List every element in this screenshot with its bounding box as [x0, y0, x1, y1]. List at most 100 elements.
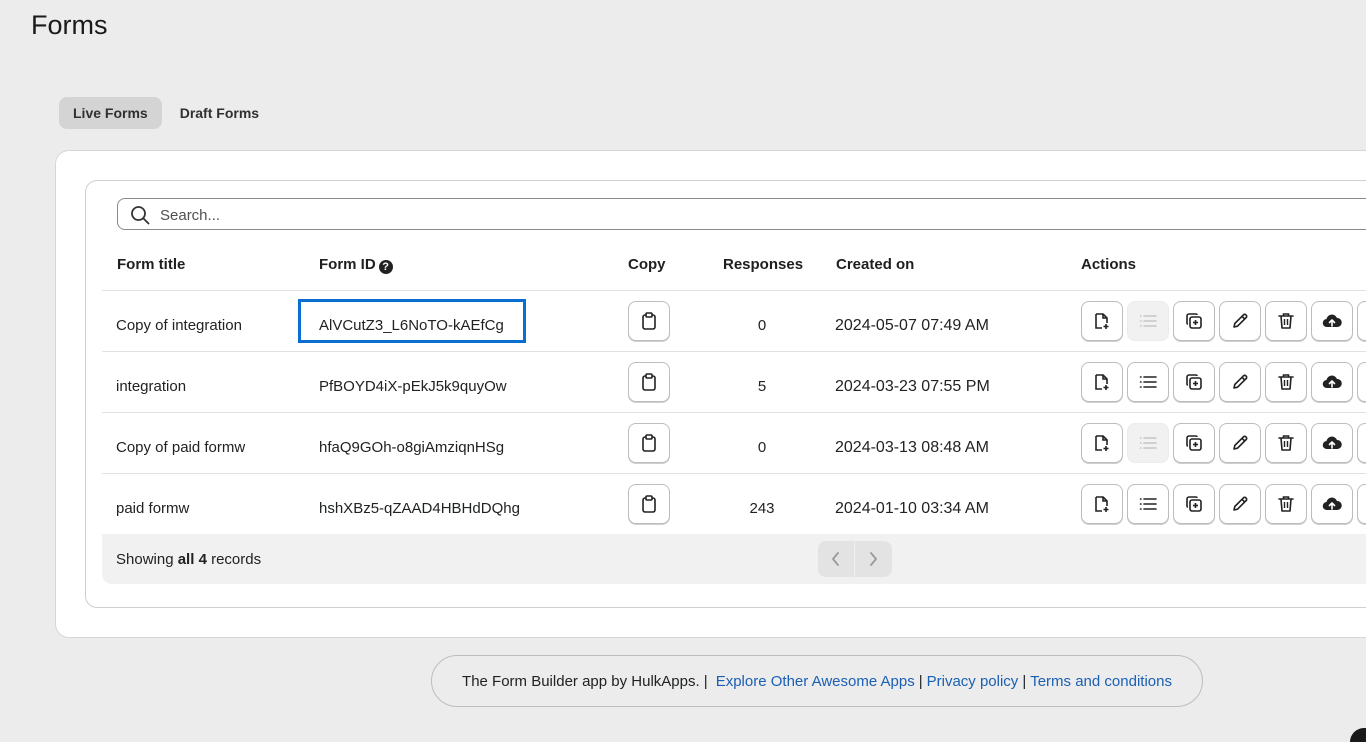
view-responses-button [1127, 301, 1169, 341]
view-responses-button[interactable] [1127, 484, 1169, 524]
view-responses-button [1127, 423, 1169, 463]
cloud-upload-icon [1322, 496, 1342, 512]
duplicate-icon [1185, 373, 1203, 391]
privacy-policy-link[interactable]: Privacy policy [927, 673, 1019, 690]
clipboard-icon [641, 373, 657, 391]
header-form-title: Form title [117, 256, 186, 273]
app-footer: The Form Builder app by HulkApps. | Expl… [431, 655, 1203, 707]
pager [818, 541, 892, 577]
form-tabs: Live Forms Draft Forms [59, 97, 273, 129]
header-form-id-label: Form ID [319, 256, 376, 273]
next-page-button[interactable] [854, 541, 891, 577]
form-id-cell: AlVCutZ3_L6NoTO-kAEfCg [319, 317, 504, 334]
analytics-button[interactable] [1357, 362, 1366, 402]
analytics-button[interactable] [1357, 423, 1366, 463]
previous-page-button[interactable] [818, 541, 854, 577]
new-submission-button[interactable] [1081, 301, 1123, 341]
page-title: Forms [31, 10, 108, 40]
edit-form-button[interactable] [1219, 484, 1261, 524]
file-plus-icon [1093, 312, 1111, 330]
search-field[interactable] [117, 198, 1366, 230]
trash-icon [1278, 312, 1294, 330]
pencil-icon [1231, 434, 1249, 452]
forms-table-body: Copy of integration AlVCutZ3_L6NoTO-kAEfC… [102, 290, 1366, 535]
pencil-icon [1231, 373, 1249, 391]
header-copy: Copy [628, 256, 666, 273]
file-plus-icon [1093, 495, 1111, 513]
form-title-cell: Copy of integration [116, 317, 242, 334]
list-icon [1139, 496, 1157, 512]
help-icon[interactable]: ? [378, 260, 393, 274]
responses-cell: 5 [757, 378, 767, 395]
tab-live-forms[interactable]: Live Forms [59, 97, 162, 129]
explore-apps-link[interactable]: Explore Other Awesome Apps [716, 673, 915, 690]
delete-form-button[interactable] [1265, 301, 1307, 341]
publish-form-button[interactable] [1311, 362, 1353, 402]
responses-cell: 0 [757, 317, 767, 334]
new-submission-button[interactable] [1081, 362, 1123, 402]
file-plus-icon [1093, 434, 1111, 452]
duplicate-icon [1185, 312, 1203, 330]
publish-form-button[interactable] [1311, 423, 1353, 463]
header-responses: Responses [723, 256, 804, 273]
trash-icon [1278, 373, 1294, 391]
form-title-cell: integration [116, 378, 187, 395]
form-title-cell: Copy of paid formw [116, 439, 246, 456]
file-plus-icon [1093, 373, 1111, 391]
edit-form-button[interactable] [1219, 301, 1261, 341]
cloud-upload-icon [1322, 313, 1342, 329]
form-id-cell: hfaQ9GOh-o8giAmziqnHSg [319, 439, 505, 456]
analytics-button[interactable] [1357, 484, 1366, 524]
clipboard-icon [641, 312, 657, 330]
form-id-cell: hshXBz5-qZAAD4HBHdDQhg [319, 500, 520, 517]
row-actions [1081, 362, 1366, 402]
records-count: Showing all 4 records [116, 534, 261, 586]
terms-link[interactable]: Terms and conditions [1030, 673, 1172, 690]
delete-form-button[interactable] [1265, 362, 1307, 402]
list-icon [1139, 313, 1157, 329]
footer-separator: | [918, 672, 923, 690]
copy-form-id-button[interactable] [628, 301, 670, 341]
view-responses-button[interactable] [1127, 362, 1169, 402]
duplicate-form-button[interactable] [1173, 423, 1215, 463]
publish-form-button[interactable] [1311, 301, 1353, 341]
list-icon [1139, 435, 1157, 451]
created-on-cell: 2024-03-13 08:48 AM [835, 439, 989, 456]
duplicate-form-button[interactable] [1173, 484, 1215, 524]
chevron-right-icon [870, 552, 877, 566]
duplicate-form-button[interactable] [1173, 362, 1215, 402]
trash-icon [1278, 495, 1294, 513]
pencil-icon [1231, 312, 1249, 330]
new-submission-button[interactable] [1081, 484, 1123, 524]
forms-table-card: Form title Form ID? Copy Responses Creat… [85, 180, 1366, 608]
publish-form-button[interactable] [1311, 484, 1353, 524]
chevron-left-icon [832, 552, 839, 566]
delete-form-button[interactable] [1265, 484, 1307, 524]
window-corner [1350, 728, 1366, 742]
list-icon [1139, 374, 1157, 390]
table-row: integration PfBOYD4iX-pEkJ5k9quyOw 5 2024-0… [102, 352, 1366, 413]
form-id-cell: PfBOYD4iX-pEkJ5k9quyOw [319, 378, 507, 395]
clipboard-icon [641, 434, 657, 452]
copy-form-id-button[interactable] [628, 484, 670, 524]
search-input[interactable] [158, 201, 1062, 229]
pencil-icon [1231, 495, 1249, 513]
copy-form-id-button[interactable] [628, 362, 670, 402]
footer-text: The Form Builder app by HulkApps. | [462, 672, 708, 690]
created-on-cell: 2024-05-07 07:49 AM [835, 317, 989, 334]
responses-cell: 0 [757, 439, 767, 456]
delete-form-button[interactable] [1265, 423, 1307, 463]
table-row: Copy of integration AlVCutZ3_L6NoTO-kAEfC… [102, 291, 1366, 352]
tab-draft-forms[interactable]: Draft Forms [166, 97, 273, 129]
edit-form-button[interactable] [1219, 423, 1261, 463]
created-on-cell: 2024-01-10 03:34 AM [835, 500, 989, 517]
duplicate-form-button[interactable] [1173, 301, 1215, 341]
edit-form-button[interactable] [1219, 362, 1261, 402]
copy-form-id-button[interactable] [628, 423, 670, 463]
row-actions [1081, 301, 1366, 341]
table-row: paid formw hshXBz5-qZAAD4HBHdDQhg 243 2024-… [102, 474, 1366, 535]
duplicate-icon [1185, 495, 1203, 513]
analytics-button[interactable] [1357, 301, 1366, 341]
new-submission-button[interactable] [1081, 423, 1123, 463]
header-actions: Actions [1081, 256, 1137, 273]
